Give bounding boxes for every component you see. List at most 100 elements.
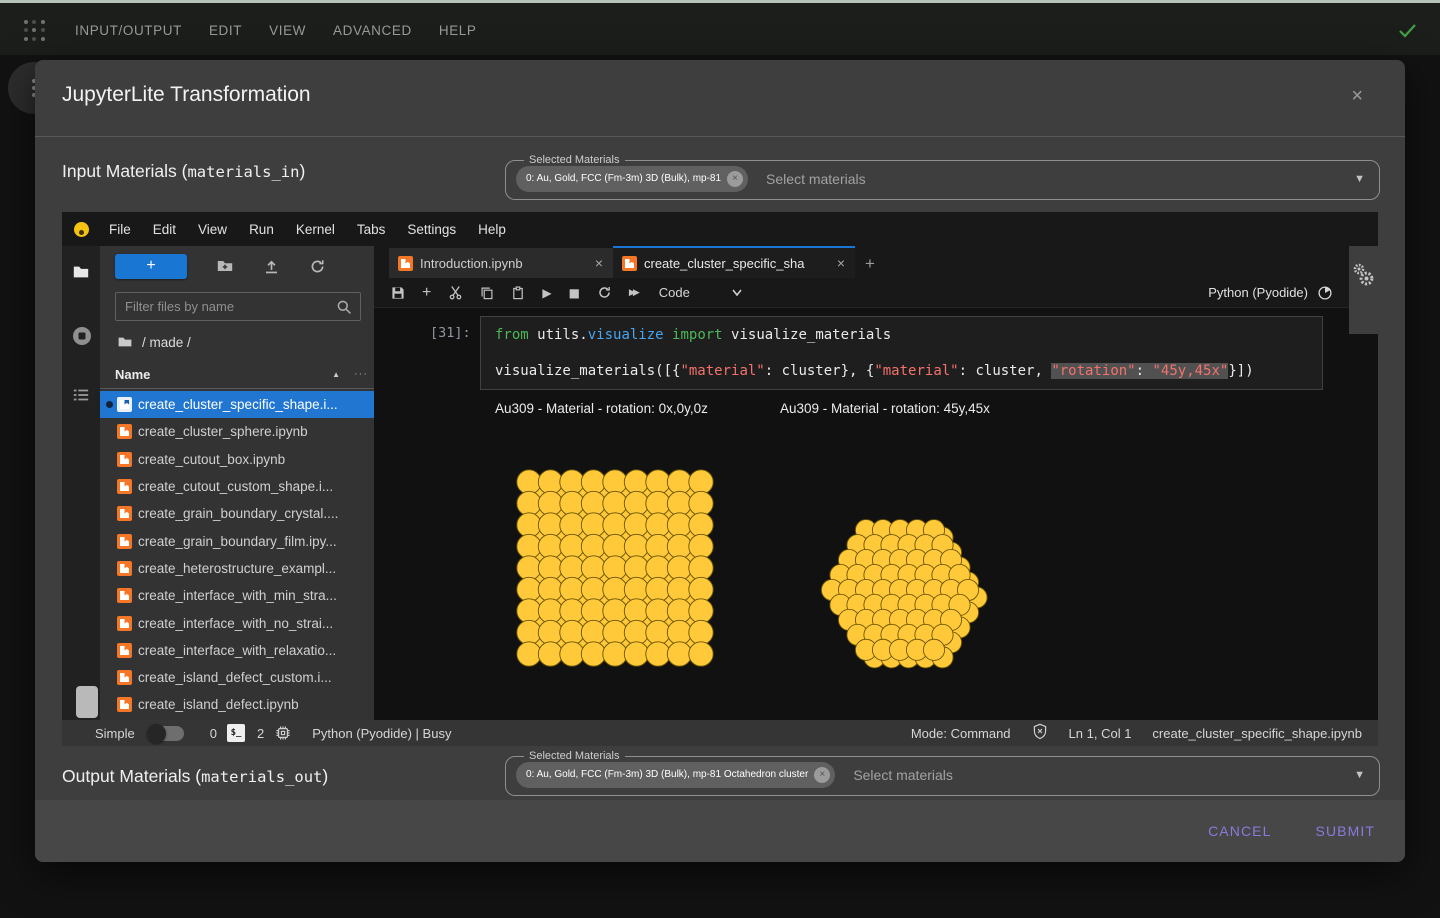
terminal-icon: $_ (227, 724, 245, 742)
file-row[interactable]: create_island_defect.ipynb (100, 691, 374, 718)
file-row[interactable]: create_interface_with_no_strai... (100, 609, 374, 636)
jmenu-file[interactable]: File (98, 222, 142, 237)
cancel-button[interactable]: CANCEL (1208, 823, 1271, 839)
dropdown-caret-icon[interactable]: ▼ (1354, 769, 1365, 781)
file-row[interactable]: create_cluster_sphere.ipynb (100, 418, 374, 445)
notebook-icon (117, 424, 132, 439)
file-filter-input[interactable] (116, 299, 336, 314)
sidebar-scrollbar-thumb[interactable] (76, 686, 98, 718)
running-sessions-icon[interactable] (72, 326, 92, 351)
terminals-count: 0 (210, 726, 217, 741)
stop-kernel-icon[interactable]: ■ (569, 286, 580, 300)
notebook-icon (117, 588, 132, 603)
tab-close-icon[interactable]: × (837, 255, 845, 271)
trust-shield-icon[interactable] (1032, 723, 1048, 743)
success-check-icon (1396, 19, 1418, 46)
notebook-file-icon (117, 424, 132, 439)
paste-icon[interactable] (511, 286, 525, 300)
file-row[interactable]: create_heterostructure_exampl... (100, 555, 374, 582)
kernel-status-text[interactable]: Python (Pyodide) | Busy (312, 726, 451, 741)
cursor-position[interactable]: Ln 1, Col 1 (1069, 726, 1132, 741)
gears-icon (1352, 262, 1376, 288)
jmenu-view[interactable]: View (187, 222, 238, 237)
notebook-icon (117, 397, 132, 412)
file-row[interactable]: create_interface_with_relaxatio... (100, 637, 374, 664)
refresh-icon[interactable] (309, 258, 326, 275)
notebook-icon (117, 479, 132, 494)
dialog-header: JupyterLite Transformation × (35, 60, 1405, 137)
dialog-close-icon[interactable]: × (1351, 85, 1363, 108)
input-materials-label: Input Materials (materials_in) (62, 161, 305, 182)
notebook-file-icon (117, 506, 132, 521)
file-row[interactable]: create_island_defect_custom.i... (100, 664, 374, 691)
notebook-file-icon (117, 534, 132, 549)
notebook-icon (117, 534, 132, 549)
jmenu-help[interactable]: Help (467, 222, 517, 237)
jmenu-settings[interactable]: Settings (396, 222, 467, 237)
jmenu-kernel[interactable]: Kernel (285, 222, 346, 237)
menu-edit[interactable]: EDIT (209, 23, 242, 38)
tab-close-icon[interactable]: × (595, 255, 603, 271)
output-material-chip[interactable]: 0: Au, Gold, FCC (Fm-3m) 3D (Bulk), mp-8… (516, 762, 835, 788)
notebook-file-icon (117, 397, 132, 412)
widget-settings-button[interactable] (1349, 246, 1379, 334)
dialog-footer: CANCEL SUBMIT (35, 800, 1405, 862)
input-materials-select[interactable]: Selected Materials 0: Au, Gold, FCC (Fm-… (505, 154, 1380, 200)
command-mode-indicator[interactable]: Mode: Command (911, 726, 1011, 741)
notebook-icon (117, 697, 132, 712)
app-grid-icon[interactable] (24, 20, 46, 42)
kernel-chip-icon (275, 725, 291, 741)
notebook-file-icon (117, 670, 132, 685)
filebrowser-tab-folder-icon[interactable] (72, 263, 90, 286)
add-cell-icon[interactable]: + (422, 284, 431, 302)
add-tab-button[interactable]: + (865, 254, 875, 274)
chip-remove-icon[interactable]: × (814, 767, 830, 783)
jmenu-tabs[interactable]: Tabs (346, 222, 397, 237)
new-folder-icon[interactable] (216, 257, 234, 275)
simple-mode-label: Simple (95, 726, 135, 741)
file-list-header[interactable]: Name ▲ ··· (100, 360, 374, 389)
code-editor[interactable]: from utils.visualize import visualize_ma… (480, 316, 1323, 390)
restart-kernel-icon[interactable] (597, 285, 612, 300)
cut-icon[interactable] (448, 285, 463, 300)
tab-create-cluster[interactable]: create_cluster_specific_sha × (613, 246, 855, 278)
new-launcher-button[interactable]: + (115, 254, 187, 279)
breadcrumb[interactable]: / made / (117, 334, 191, 350)
output-caption-2: Au309 - Material - rotation: 45y,45x (780, 401, 990, 416)
copy-icon[interactable] (480, 286, 494, 300)
dropdown-caret-icon[interactable]: ▼ (1354, 173, 1365, 185)
simple-mode-toggle[interactable] (148, 726, 184, 741)
jmenu-run[interactable]: Run (238, 222, 285, 237)
output-caption-1: Au309 - Material - rotation: 0x,0y,0z (495, 401, 708, 416)
notebook-file-icon (117, 643, 132, 658)
cell-type-dropdown[interactable]: Code (659, 285, 742, 300)
run-cell-icon[interactable]: ▶ (542, 286, 551, 300)
restart-run-all-icon[interactable]: ▶▶ (629, 288, 637, 298)
file-row[interactable]: create_grain_boundary_film.ipy... (100, 527, 374, 554)
file-row[interactable]: create_cluster_specific_shape.i... (100, 391, 374, 418)
output-materials-select[interactable]: Selected Materials 0: Au, Gold, FCC (Fm-… (505, 750, 1380, 796)
menu-view[interactable]: VIEW (269, 23, 306, 38)
file-row[interactable]: create_cutout_custom_shape.i... (100, 473, 374, 500)
input-material-chip[interactable]: 0: Au, Gold, FCC (Fm-3m) 3D (Bulk), mp-8… (516, 166, 748, 192)
table-of-contents-icon[interactable] (72, 386, 90, 409)
jmenu-edit[interactable]: Edit (142, 222, 187, 237)
file-row[interactable]: create_interface_with_min_stra... (100, 582, 374, 609)
notebook-file-icon (117, 697, 132, 712)
filebrowser-toolbar: + (100, 252, 374, 280)
save-icon[interactable] (391, 286, 405, 300)
header-overflow-icon[interactable]: ··· (354, 368, 368, 380)
cluster-hex (812, 510, 988, 680)
chip-remove-icon[interactable]: × (727, 171, 743, 187)
tab-introduction[interactable]: Introduction.ipynb × (389, 248, 613, 278)
file-row[interactable]: create_cutout_box.ipynb (100, 446, 374, 473)
menu-input-output[interactable]: INPUT/OUTPUT (75, 23, 182, 38)
notebook-icon (117, 616, 132, 631)
app-menu: INPUT/OUTPUT EDIT VIEW ADVANCED HELP (75, 3, 477, 58)
upload-icon[interactable] (263, 258, 280, 275)
notebook-icon (117, 452, 132, 467)
menu-help[interactable]: HELP (439, 23, 477, 38)
submit-button[interactable]: SUBMIT (1316, 823, 1376, 839)
file-row[interactable]: create_grain_boundary_crystal.... (100, 500, 374, 527)
menu-advanced[interactable]: ADVANCED (333, 23, 412, 38)
